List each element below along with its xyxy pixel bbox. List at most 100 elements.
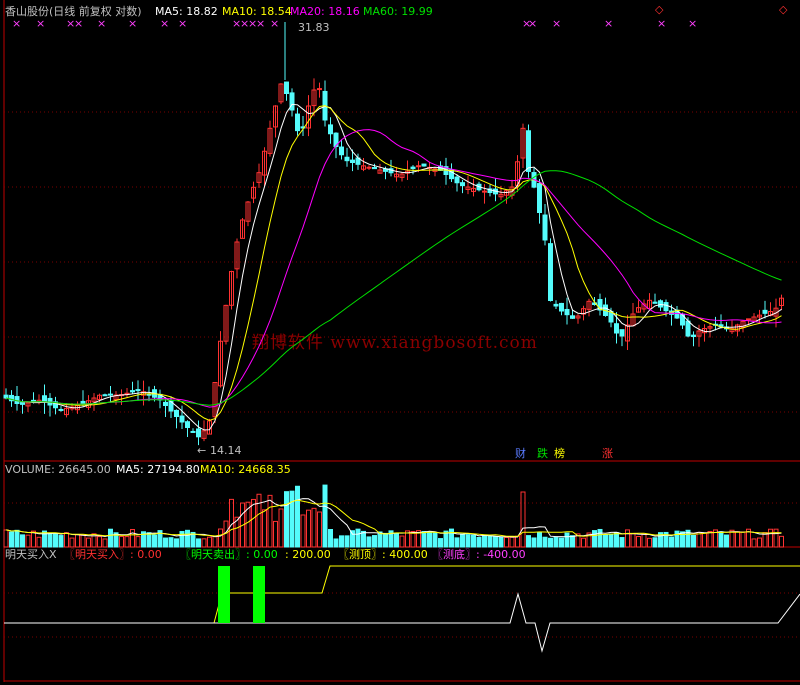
volume-bar [394,532,399,548]
candle-body [553,303,559,307]
volume-bar [108,528,113,548]
candle-body [454,176,460,184]
volume-bar [630,533,636,548]
candle-body [135,389,141,392]
candle-body [190,430,196,433]
volume-bar [64,532,69,548]
ma60-line [5,170,782,406]
volume-bar [669,536,674,548]
volume-bar [372,535,377,548]
ma5-line [5,103,782,431]
candle-body [174,409,179,418]
candle-body [526,130,531,172]
candle-body [421,163,427,167]
tag-cai[interactable]: 财 [515,446,526,460]
volume-bar [174,538,179,548]
volume-bar [592,530,597,548]
candle-body [460,182,465,187]
top-marker: × [657,17,666,30]
candle-body [339,146,344,156]
volume-bar [366,536,372,548]
top-marker: × [528,17,537,30]
candle-body [185,421,190,428]
volume-bar [542,536,548,548]
sell-signal-bar [218,566,230,623]
ma10-readout: MA10: 18.54 [222,5,292,18]
bottom-readout: 〖测底〗: -400.00 [432,547,526,561]
corner-right-icon[interactable]: ◇ [779,3,788,16]
volume-bar [515,535,520,548]
tag-zhang[interactable]: 涨 [602,447,613,460]
tag-die[interactable]: 跌 [537,446,548,460]
volume-bar [284,491,289,548]
candle-body [614,323,619,334]
tag-bang[interactable]: 榜 [554,446,565,460]
volume-bar [102,538,108,548]
candle-body [58,408,64,411]
candle-body [344,156,350,162]
ma20-readout: MA20: 18.16 [290,5,360,18]
candle-body [663,302,669,312]
volume-bar [564,532,570,548]
volume-bar [273,520,278,548]
volume-bar [3,529,9,548]
volume-bar [146,532,152,548]
volume-bar [256,493,262,548]
volume-bar [471,534,476,548]
volume-bar [735,531,740,548]
moving-average-lines [5,103,782,431]
volume-bar [751,538,757,548]
volume-bar [80,534,86,548]
volume-bar [328,529,333,548]
volume-bar [740,531,746,548]
volume-bar [119,536,124,548]
volume-bar [773,528,779,548]
volume-bar [311,507,317,548]
volume-bar [135,536,141,548]
low-label: 14.14 [210,444,242,457]
volume-bar [124,536,130,548]
price-header: 香山股份(日线 前复权 对数) MA5: 18.82 MA10: 18.54 M… [5,3,788,18]
candle-body [20,402,25,405]
volume-bar [295,485,300,548]
candle-body [559,302,564,312]
candle-body [163,401,168,406]
volume-bar [69,537,75,548]
volume-ma5-line [5,498,782,538]
volume-bar [619,537,625,548]
volume-bar [465,534,471,548]
volume-bar [438,538,443,548]
high-label: 31.83 [298,21,330,34]
volume-bar [278,508,284,548]
volume-bar [757,537,762,548]
event-tags: 财 跌 榜 涨 [515,446,613,460]
ma10-line [5,105,782,421]
volume-bar [333,538,339,548]
candle-body [482,190,487,193]
ma20-line [5,129,782,408]
volume-bar [196,538,201,548]
corner-left-icon[interactable]: ◇ [655,3,664,16]
volume-bar [306,509,311,548]
volume-bar [130,529,135,548]
candle-body [130,390,135,393]
candle-body [746,318,751,321]
candle-body [548,243,553,301]
buy-readout: 〖明天买入〗: 0.00 [64,548,162,561]
volume-bar [97,536,102,548]
volume-bar [185,529,190,548]
volume-bar [317,511,322,548]
volume-bar [581,537,586,548]
volume-bar [168,537,174,548]
candle-body [564,308,570,316]
volume-bar [383,532,388,548]
volume-ma5-readout: MA5: 27194.80 [116,463,200,476]
volume-readout: VOLUME: 26645.00 [5,463,111,476]
volume-bar [526,535,531,548]
top-marker: × [74,17,83,30]
top-markers: × × ×× × × × × ×××× × ×× × × × × [12,17,697,30]
volume-bar [625,529,630,548]
ma5-readout: MA5: 18.82 [155,5,218,18]
volume-bar [25,534,31,548]
volume-bar [652,537,658,548]
